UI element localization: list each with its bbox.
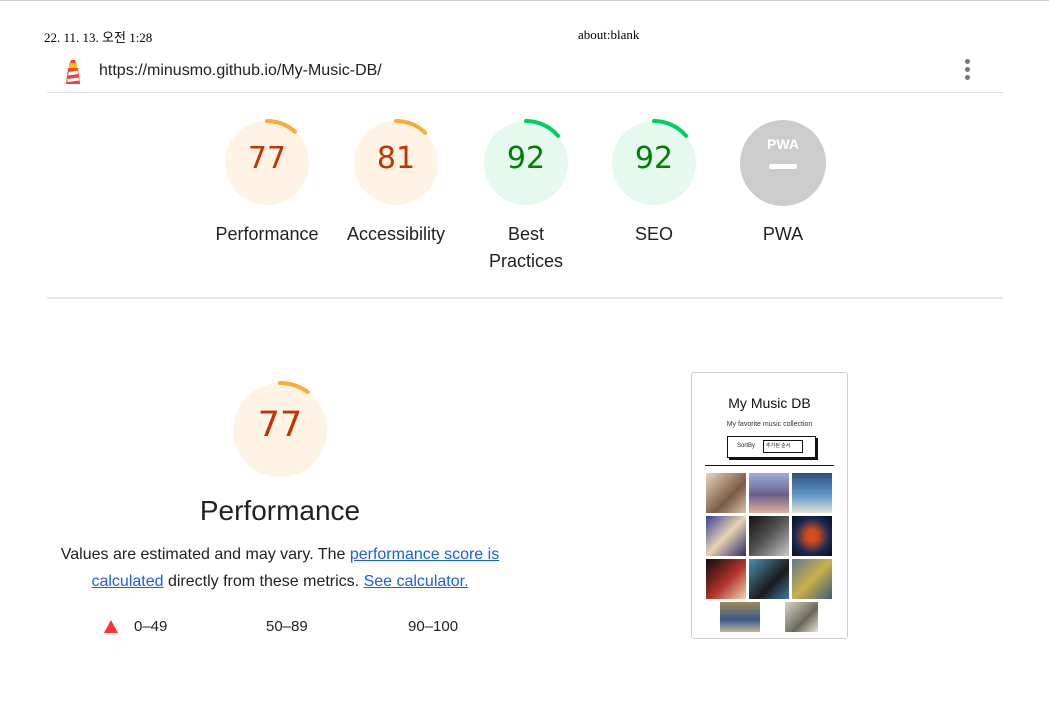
legend-pass-label: 90–100 <box>408 618 459 635</box>
top-border <box>0 0 1049 1</box>
screenshot-subtitle: My favorite music collection <box>726 421 813 428</box>
screenshot-rule <box>705 465 834 466</box>
gauge-label: PWA <box>762 224 804 244</box>
screenshot-title: My Music DB <box>728 395 811 411</box>
screenshot-sort-select: 추가된 순서 <box>763 440 803 453</box>
print-date: 22. 11. 13. 오전 1:28 <box>44 30 153 45</box>
gauge-label: Performance <box>215 224 319 244</box>
album-cover <box>792 473 832 513</box>
triangle-icon <box>104 620 118 633</box>
legend-fail: 0–49 <box>104 618 168 635</box>
gauge-label: SEO <box>634 224 673 244</box>
album-cover <box>792 559 832 599</box>
print-page-url: about:blank <box>578 27 640 42</box>
legend-average: 50–89 <box>266 618 308 635</box>
desc-text-1: Values are estimated and may vary. The <box>60 546 350 563</box>
gauge-score: 81 <box>376 141 416 176</box>
performance-description: Values are estimated and may vary. The p… <box>60 541 500 595</box>
legend-average-label: 50–89 <box>266 618 308 635</box>
gauge-best-practices[interactable]: 92 Best Practices <box>471 118 581 275</box>
report-url[interactable]: https://minusmo.github.io/My-Music-DB/ <box>99 62 382 80</box>
performance-title: Performance <box>199 495 361 526</box>
gauge-label: Accessibility <box>346 224 446 244</box>
album-cover <box>706 516 746 556</box>
album-cover <box>785 602 818 632</box>
gauge-performance[interactable]: 77 Performance <box>212 118 322 248</box>
report-url-bar: https://minusmo.github.io/My-Music-DB/ <box>47 54 1003 93</box>
album-cover <box>706 559 746 599</box>
performance-score: 77 <box>257 405 303 445</box>
album-cover <box>749 516 789 556</box>
gauge-score: 77 <box>247 141 287 176</box>
lighthouse-icon <box>66 60 80 84</box>
gauge-pwa[interactable]: PWA PWA <box>728 118 838 248</box>
gauge-seo[interactable]: 92 SEO <box>599 118 709 248</box>
screenshot-sort-label: SortBy <box>737 443 756 449</box>
album-cover <box>749 559 789 599</box>
gauge-score: 92 <box>634 141 674 176</box>
album-cover <box>706 473 746 513</box>
desc-text-2: directly from these metrics. <box>163 573 364 590</box>
legend-fail-label: 0–49 <box>134 618 168 635</box>
pwa-badge-text: PWA <box>767 136 799 152</box>
gauge-accessibility[interactable]: 81 Accessibility <box>341 118 451 248</box>
album-cover <box>792 516 832 556</box>
page-screenshot: My Music DB My favorite music collection… <box>691 372 848 639</box>
gauge-label: Best Practices <box>488 224 564 271</box>
section-divider <box>47 297 1003 299</box>
screenshot-sort-box: SortBy 추가된 순서 <box>727 436 816 458</box>
album-cover <box>720 602 760 632</box>
legend-pass: 90–100 <box>408 618 458 635</box>
see-calculator-link[interactable]: See calculator. <box>364 573 469 590</box>
album-cover <box>749 473 789 513</box>
pwa-badge-icon: PWA <box>740 120 826 206</box>
kebab-menu-icon[interactable] <box>964 59 972 85</box>
gauge-score: 92 <box>506 141 546 176</box>
